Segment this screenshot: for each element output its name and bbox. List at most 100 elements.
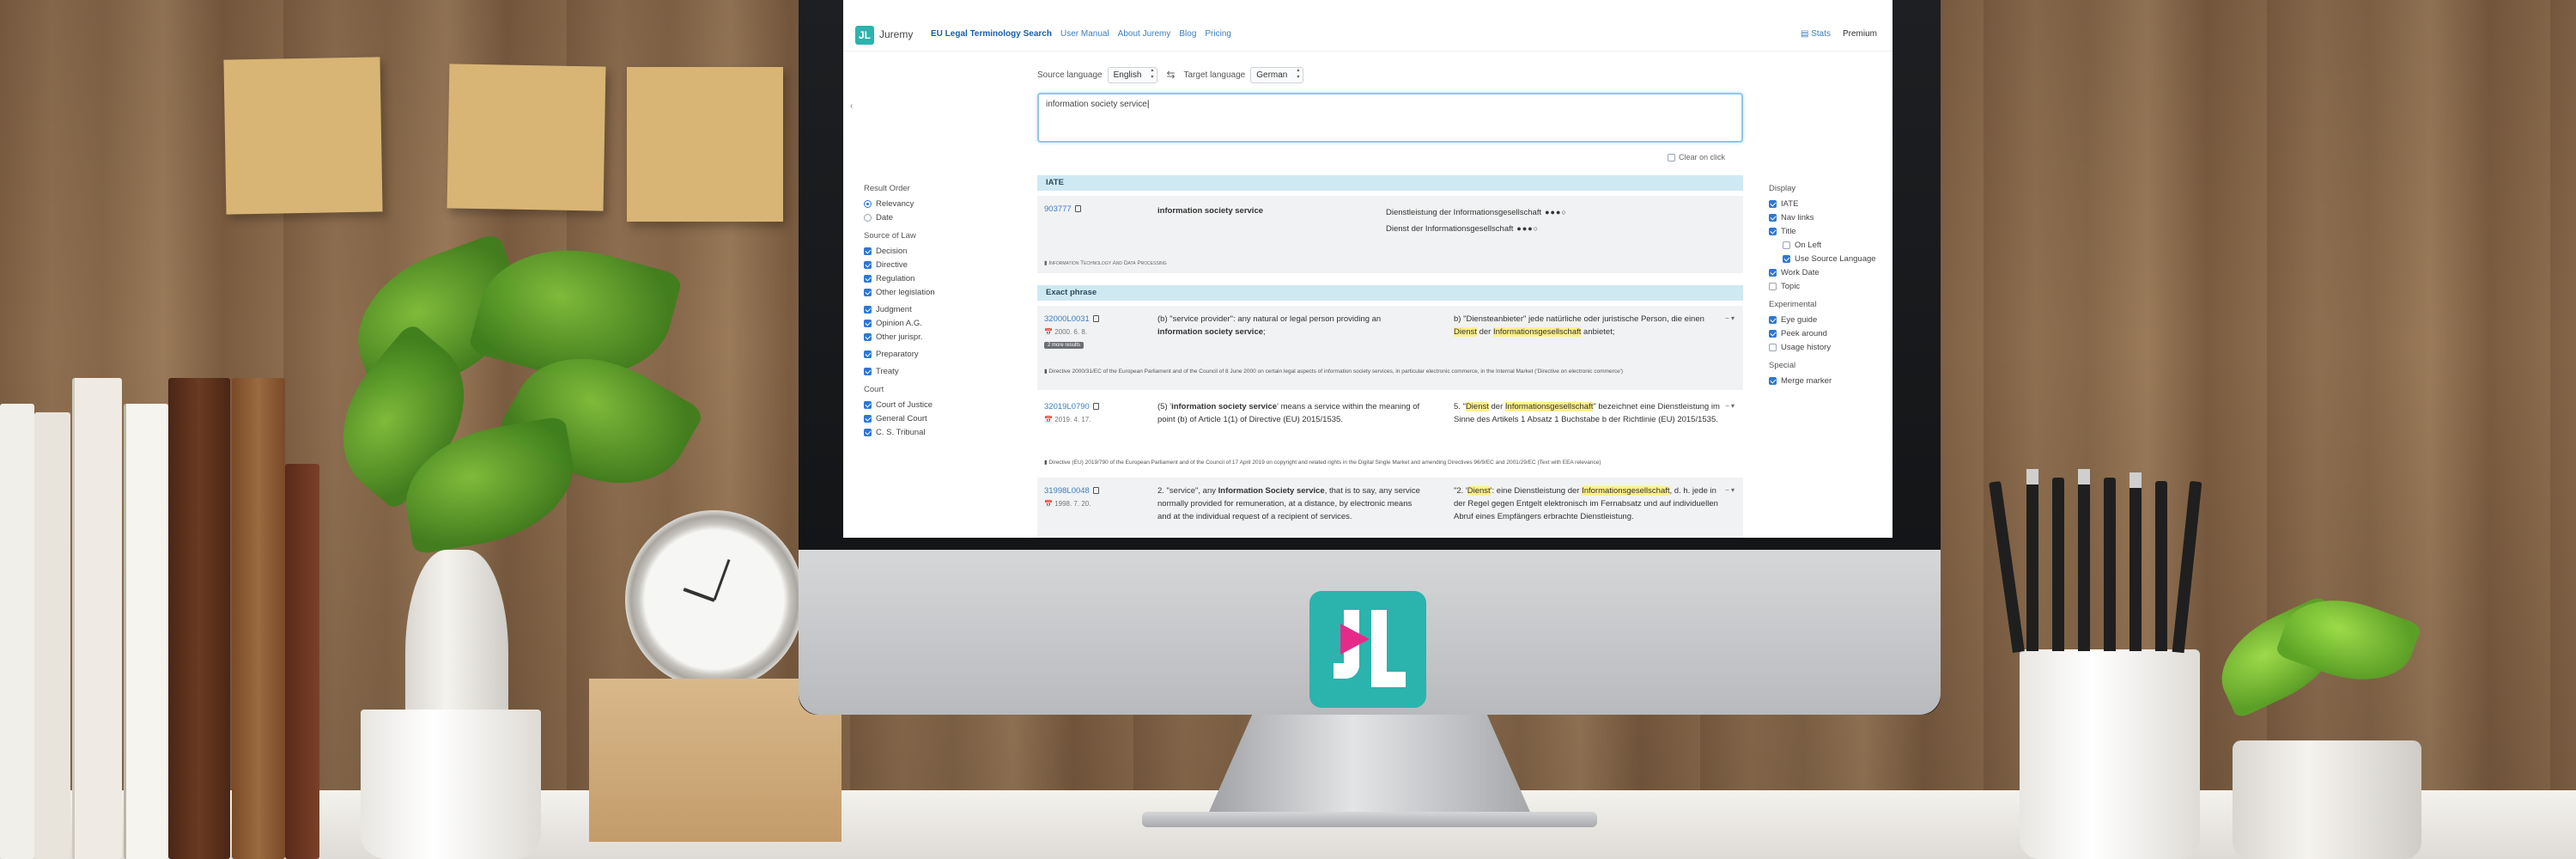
pencil-cup <box>2020 649 2200 859</box>
swap-languages-icon[interactable]: ⇆ <box>1166 69 1175 81</box>
display-title-label: Title <box>1781 226 1796 236</box>
clear-on-click-option[interactable]: Clear on click <box>1668 153 1725 161</box>
coffee-mug <box>361 710 541 859</box>
checkbox-treaty[interactable] <box>864 367 872 375</box>
filter-decision[interactable]: Decision <box>864 244 1018 258</box>
clear-on-click-checkbox[interactable] <box>1668 153 1675 161</box>
work-date-text: 1998. 7. 20. <box>1054 500 1091 508</box>
checkbox-topic[interactable] <box>1769 282 1777 290</box>
reliability-rating: ●●●○ <box>1545 208 1567 216</box>
checkbox-other-jurispr[interactable] <box>864 332 872 341</box>
result-row: 31998L0048 📅 1998. 7. 20. 2. "service", … <box>1037 478 1743 538</box>
checkbox-eye-guide[interactable] <box>1769 315 1777 324</box>
stats-link[interactable]: ▤ Stats <box>1801 29 1831 39</box>
iate-result: 903777 information society service Diens… <box>1037 196 1743 273</box>
checkbox-iate[interactable] <box>1769 199 1777 208</box>
nav-about[interactable]: About Juremy <box>1118 29 1171 39</box>
display-title[interactable]: Title <box>1769 224 1889 238</box>
display-work-date[interactable]: Work Date <box>1769 265 1889 279</box>
checkbox-merge-marker[interactable] <box>1769 376 1777 385</box>
stats-label: Stats <box>1811 29 1831 39</box>
checkbox-use-source-language[interactable] <box>1783 254 1790 263</box>
filter-regulation[interactable]: Regulation <box>864 271 1018 285</box>
expand-chevron-icon[interactable]: − ▾ <box>1725 314 1735 322</box>
filter-other-legislation[interactable]: Other legislation <box>864 285 1018 299</box>
celex-link[interactable]: 31998L0048 <box>1044 486 1099 496</box>
iate-id-link[interactable]: 903777 <box>1044 204 1081 214</box>
copy-icon[interactable] <box>1092 487 1099 495</box>
source-language-select[interactable]: English <box>1107 66 1158 83</box>
filter-cs-tribunal[interactable]: C. S. Tribunal <box>864 425 1018 439</box>
checkbox-other-legislation[interactable] <box>864 288 872 296</box>
copy-icon[interactable] <box>1092 315 1099 323</box>
special-heading: Special <box>1769 361 1796 370</box>
copy-icon[interactable] <box>1092 403 1099 411</box>
checkbox-general-court[interactable] <box>864 414 872 423</box>
checkbox-regulation[interactable] <box>864 274 872 283</box>
checkbox-on-left[interactable] <box>1783 241 1790 249</box>
display-use-source-language[interactable]: Use Source Language <box>1769 252 1889 265</box>
radio-date[interactable] <box>864 213 872 222</box>
sticky-note <box>447 64 606 211</box>
collapse-panel-icon[interactable]: ‹ <box>850 101 853 111</box>
copy-icon[interactable] <box>1074 205 1081 213</box>
celex-link[interactable]: 32000L0031 <box>1044 314 1099 324</box>
filter-judgment[interactable]: Judgment <box>864 302 1018 316</box>
iate-section-heading: IATE <box>1037 175 1743 191</box>
checkbox-title[interactable] <box>1769 227 1777 235</box>
experimental-usage-history[interactable]: Usage history <box>1769 340 1889 354</box>
brand-name[interactable]: Juremy <box>879 28 913 40</box>
checkbox-decision[interactable] <box>864 247 872 255</box>
checkbox-court-of-justice[interactable] <box>864 400 872 409</box>
checkbox-directive[interactable] <box>864 260 872 269</box>
display-iate[interactable]: IATE <box>1769 197 1889 210</box>
target-language-select[interactable]: German <box>1250 66 1304 83</box>
checkbox-peek-around[interactable] <box>1769 329 1777 338</box>
nav-pricing[interactable]: Pricing <box>1205 29 1231 39</box>
celex-link[interactable]: 32019L0790 <box>1044 402 1099 411</box>
target-sentence: 5. "Dienst der Informationsgesellschaft"… <box>1454 400 1720 426</box>
checkbox-opinion-ag[interactable] <box>864 319 872 327</box>
radio-relevancy[interactable] <box>864 199 872 208</box>
brand-logo-icon[interactable]: JL <box>855 26 874 45</box>
experimental-peek-around[interactable]: Peek around <box>1769 326 1889 340</box>
filter-preparatory[interactable]: Preparatory <box>864 347 1018 361</box>
order-relevancy-option[interactable]: Relevancy <box>864 197 1018 210</box>
target-sentence: b) "Diensteanbieter" jede natürliche ode… <box>1454 313 1720 338</box>
nav-user-manual[interactable]: User Manual <box>1060 29 1109 39</box>
document-title: ▮ Directive 2000/31/EC of the European P… <box>1044 369 1624 375</box>
target-text: "2. ' <box>1454 486 1467 496</box>
filter-directive[interactable]: Directive <box>864 258 1018 271</box>
checkbox-judgment[interactable] <box>864 305 872 314</box>
special-merge-marker[interactable]: Merge marker <box>1769 374 1889 387</box>
filter-general-court[interactable]: General Court <box>864 411 1018 425</box>
order-date-option[interactable]: Date <box>864 210 1018 224</box>
experimental-eye-guide[interactable]: Eye guide <box>1769 313 1889 326</box>
language-row: Source language English ⇆ Target languag… <box>1037 65 1304 84</box>
desk-clock <box>625 510 804 689</box>
expand-chevron-icon[interactable]: − ▾ <box>1725 486 1735 494</box>
checkbox-work-date[interactable] <box>1769 268 1777 277</box>
filter-court-of-justice[interactable]: Court of Justice <box>864 398 1018 411</box>
checkbox-usage-history[interactable] <box>1769 343 1777 351</box>
nav-blog[interactable]: Blog <box>1179 29 1196 39</box>
more-results-badge[interactable]: 2 more results <box>1044 342 1084 349</box>
checkbox-nav-links[interactable] <box>1769 213 1777 222</box>
filter-treaty[interactable]: Treaty <box>864 364 1018 378</box>
highlighted-term: Informationsgesellschaft <box>1582 486 1670 496</box>
nav-terminology-search[interactable]: EU Legal Terminology Search <box>931 29 1052 39</box>
checkbox-cs-tribunal[interactable] <box>864 428 872 436</box>
display-panel: Display IATE Nav links Title On Left Use… <box>1769 184 1889 387</box>
checkbox-preparatory[interactable] <box>864 350 872 358</box>
result-row: 32000L0031 📅 2000. 6. 8. 2 more results … <box>1037 306 1743 390</box>
premium-link[interactable]: Premium <box>1843 29 1877 39</box>
filter-other-jurispr[interactable]: Other jurispr. <box>864 330 1018 344</box>
search-input[interactable]: information society service| <box>1037 93 1743 143</box>
display-on-left[interactable]: On Left <box>1769 238 1889 252</box>
target-text: ': eine Dienstleistung der <box>1490 486 1583 496</box>
display-topic[interactable]: Topic <box>1769 279 1889 293</box>
filter-opinion-ag[interactable]: Opinion A.G. <box>864 316 1018 330</box>
display-on-left-label: On Left <box>1795 240 1822 250</box>
expand-chevron-icon[interactable]: − ▾ <box>1725 402 1735 410</box>
display-nav-links[interactable]: Nav links <box>1769 210 1889 224</box>
